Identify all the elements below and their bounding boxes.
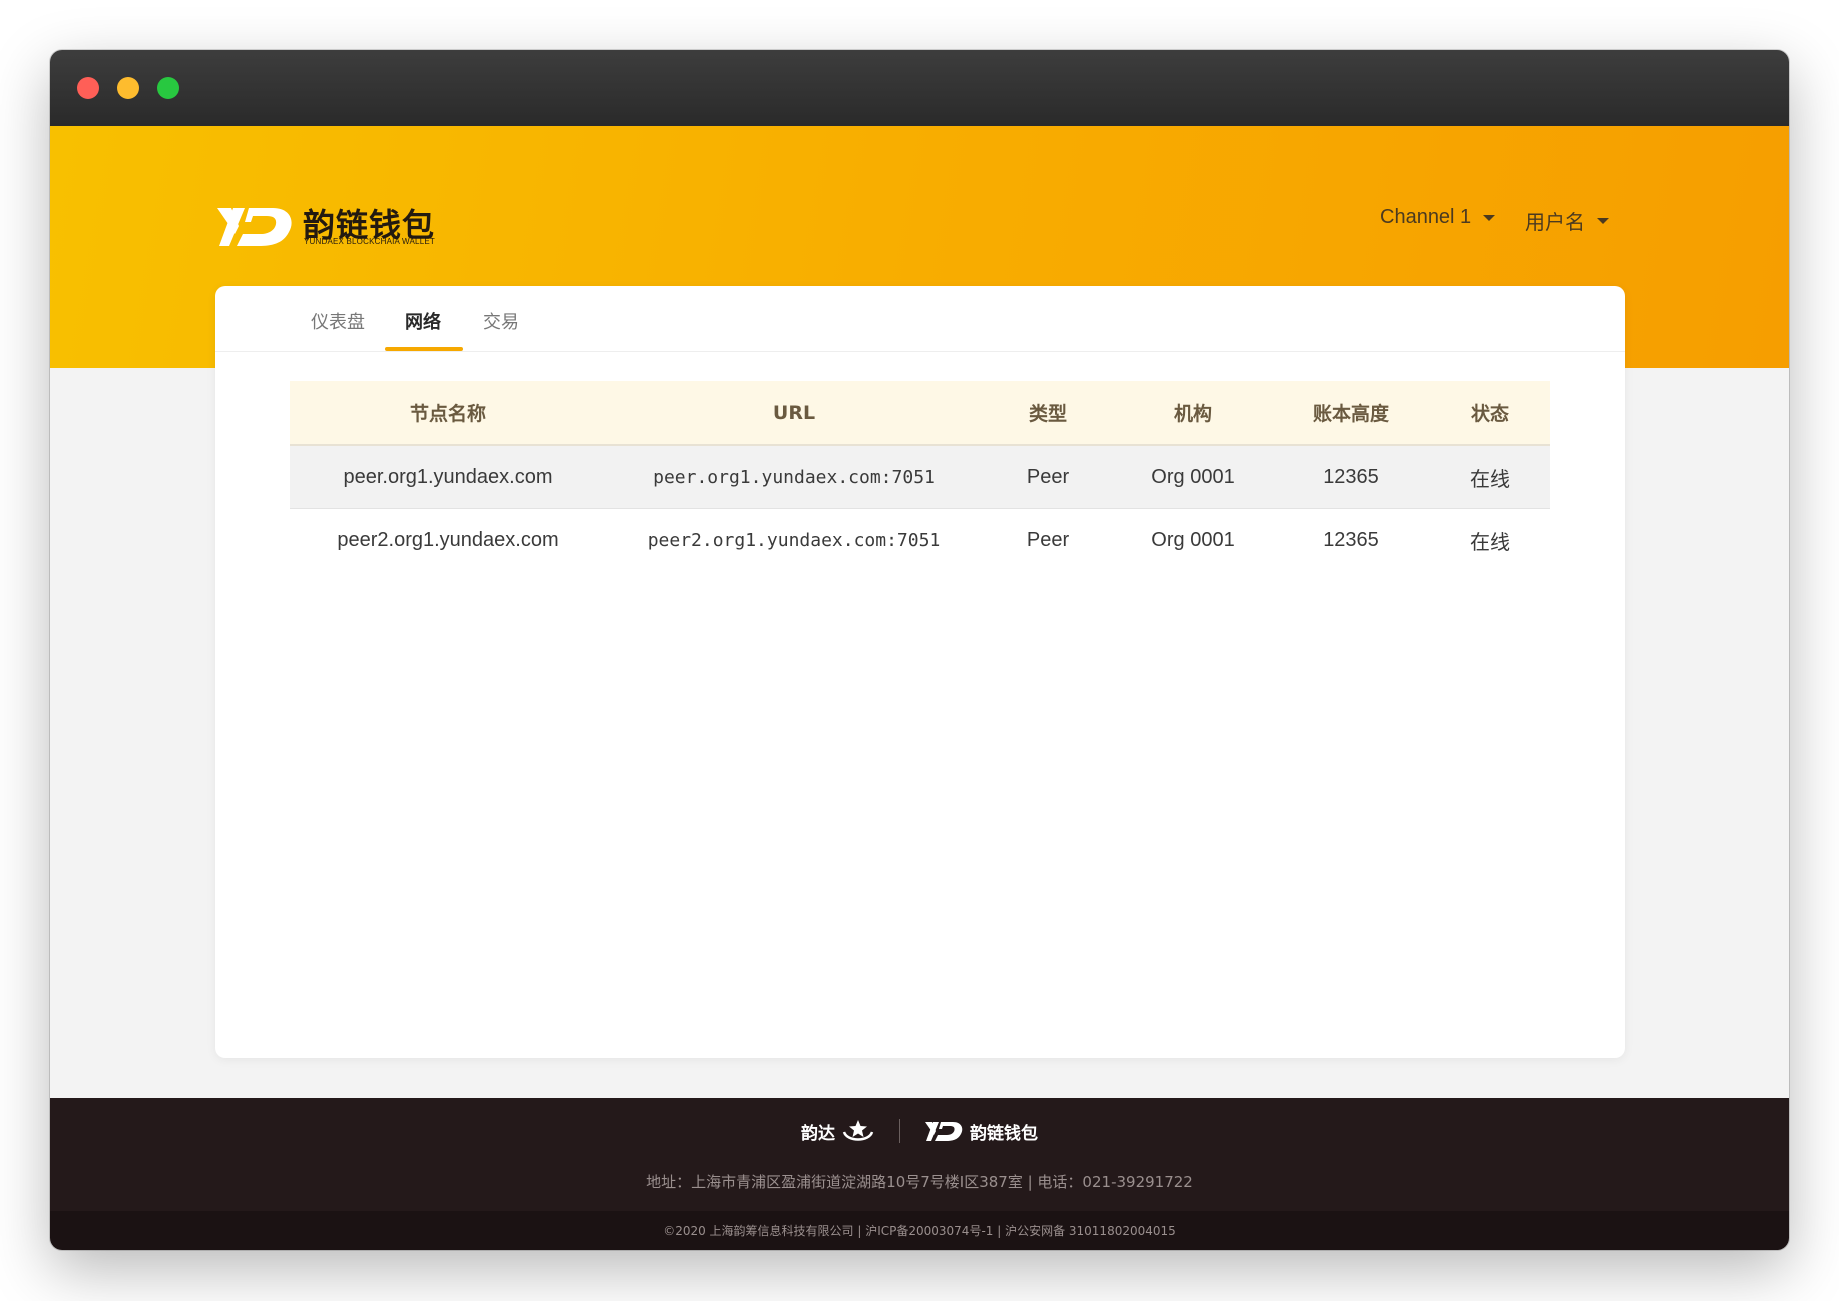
user-dropdown-label: 用户名 (1525, 212, 1585, 234)
footer-address: 地址：上海市青浦区盈浦街道淀湖路10号7号楼I区387室 | 电话：021-39… (646, 1173, 1193, 1191)
browser-window: 韵链钱包 YUNDAEX BLOCKCHAIA WALLET Channel 1… (50, 50, 1789, 1250)
type-cell: Peer (1026, 528, 1070, 551)
active-tab-indicator (385, 347, 463, 351)
wallet-brand: 韵链钱包 (924, 1119, 1038, 1144)
column-header-org: 机构 (1114, 381, 1272, 446)
column-header-node-name: 节点名称 (290, 381, 606, 446)
caret-down-icon (1597, 217, 1609, 224)
channel-dropdown[interactable]: Channel 1 (1380, 206, 1496, 229)
caret-down-icon (1483, 214, 1496, 221)
maximize-window-button[interactable] (157, 77, 179, 99)
table-header-row: 节点名称 URL 类型 机构 账本高度 状态 (290, 381, 1550, 446)
yd-logo-icon (217, 208, 292, 246)
table-row[interactable]: peer.org1.yundaex.com peer.org1.yundaex.… (290, 445, 1550, 509)
tab-bar: 仪表盘 网络 交易 (215, 286, 1625, 352)
org-cell: Org 0001 (1151, 528, 1235, 551)
column-header-url: URL (606, 381, 982, 446)
status-cell: 在线 (1430, 445, 1550, 509)
window-titlebar (50, 50, 1789, 126)
close-window-button[interactable] (77, 77, 99, 99)
yunda-brand: 韵达 (801, 1118, 875, 1144)
yunda-brand-text: 韵达 (801, 1123, 835, 1144)
column-header-type: 类型 (982, 381, 1114, 446)
wallet-brand-text: 韵链钱包 (970, 1123, 1038, 1144)
yd-logo-icon (925, 1122, 963, 1141)
tab-dashboard[interactable]: 仪表盘 (311, 308, 365, 334)
nodes-table: 节点名称 URL 类型 机构 账本高度 状态 peer.org1.yundaex… (290, 381, 1550, 571)
column-header-status: 状态 (1430, 381, 1550, 446)
yunda-smile-icon (842, 1120, 874, 1141)
site-footer: 韵达 韵链钱包 地址：上海市青浦区盈浦街道淀湖路10号7号楼I区387室 | 电… (50, 1098, 1789, 1211)
ledger-height-cell: 12365 (1323, 528, 1379, 551)
url-cell: peer.org1.yundaex.com:7051 (606, 445, 982, 509)
column-header-ledger-height: 账本高度 (1272, 381, 1430, 446)
footer-logos: 韵达 韵链钱包 (50, 1118, 1789, 1144)
logo-subtitle: YUNDAEX BLOCKCHAIA WALLET (304, 237, 435, 246)
tab-transactions[interactable]: 交易 (483, 308, 519, 334)
footer-bottom-bar: ©2020 上海韵筹信息科技有限公司 | 沪ICP备20003074号-1 | … (50, 1211, 1789, 1250)
node-name-cell: peer.org1.yundaex.com (290, 445, 606, 509)
content-card: 仪表盘 网络 交易 节点名称 URL 类型 机构 账本高度 状态 peer.or… (215, 286, 1625, 1058)
user-dropdown[interactable]: 用户名 (1525, 206, 1609, 235)
channel-dropdown-label: Channel 1 (1380, 206, 1472, 228)
org-cell: Org 0001 (1114, 445, 1272, 509)
type-cell: Peer (982, 445, 1114, 509)
node-name-cell: peer2.org1.yundaex.com (337, 528, 559, 551)
status-cell: 在线 (1470, 529, 1510, 554)
url-cell: peer2.org1.yundaex.com:7051 (647, 529, 941, 551)
copyright-text: ©2020 上海韵筹信息科技有限公司 | 沪ICP备20003074号-1 | … (663, 1224, 1176, 1238)
ledger-height-cell: 12365 (1272, 445, 1430, 509)
minimize-window-button[interactable] (117, 77, 139, 99)
footer-logo-divider (899, 1119, 900, 1143)
table-row[interactable]: peer2.org1.yundaex.com peer2.org1.yundae… (290, 509, 1550, 572)
tab-network[interactable]: 网络 (405, 308, 441, 334)
